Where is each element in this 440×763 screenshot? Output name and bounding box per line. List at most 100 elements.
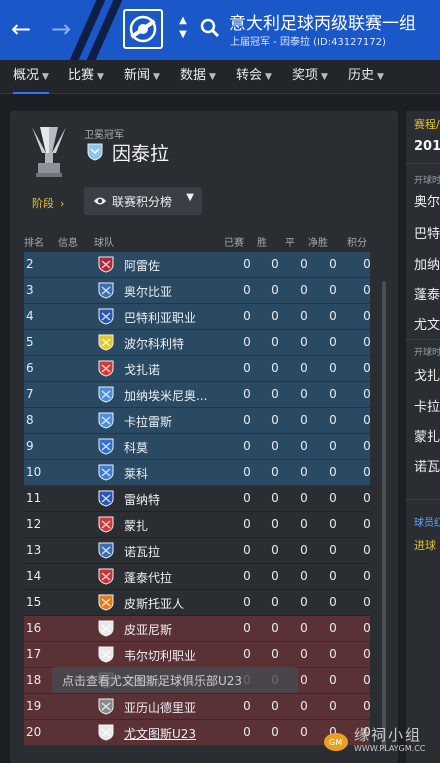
col-header-info[interactable]: 信息 — [58, 234, 78, 249]
forward-arrow-icon[interactable]: → — [48, 16, 74, 42]
tab-bar: 概况 ▼ 比赛 ▼ 新闻 ▼ 数据 ▼ 转会 ▼ 奖项 ▼ 历史 ▼ — [0, 60, 440, 94]
table-row[interactable]: 15 皮斯托亚人 0 0 0 0 0 — [24, 590, 371, 616]
col-header-won[interactable]: 胜 — [257, 234, 267, 249]
row-position: 8 — [26, 413, 34, 427]
prev-next-chevrons-icon[interactable]: ▲ ▼ — [176, 14, 190, 42]
row-team-name[interactable]: 加纳埃米尼奥... — [124, 387, 207, 404]
row-team-name[interactable]: 波尔科利特 — [124, 335, 184, 352]
table-scrollbar[interactable] — [382, 281, 386, 751]
row-team-name[interactable]: 戈扎诺 — [124, 361, 160, 378]
table-row[interactable]: 3 奥尔比亚 0 0 0 0 0 — [24, 278, 371, 304]
club-crest-icon — [98, 594, 114, 611]
row-team-name[interactable]: 亚历山德里亚 — [124, 699, 196, 716]
row-stat-pts: 0 — [363, 491, 371, 505]
fixture-item[interactable]: 奥尔 — [414, 191, 440, 210]
row-team-name[interactable]: 巴特利亚职业 — [124, 309, 196, 326]
fixture-item[interactable]: 蒙扎 — [414, 426, 440, 445]
row-stat-d: 0 — [300, 413, 308, 427]
table-row[interactable]: 16 皮亚尼斯 0 0 0 0 0 — [24, 616, 371, 642]
table-row[interactable]: 11 雷纳特 0 0 0 0 0 — [24, 486, 371, 512]
table-row[interactable]: 13 诺瓦拉 0 0 0 0 0 — [24, 538, 371, 564]
row-stat-w: 0 — [271, 699, 279, 713]
row-position: 6 — [26, 361, 34, 375]
row-stat-gd: 0 — [329, 309, 337, 323]
row-stat-d: 0 — [300, 595, 308, 609]
row-stat-gd: 0 — [329, 647, 337, 661]
club-crest-icon — [98, 438, 114, 455]
table-row[interactable]: 10 莱科 0 0 0 0 0 — [24, 460, 371, 486]
row-stat-p: 0 — [243, 569, 251, 583]
tab-matches[interactable]: 比赛 ▼ — [68, 60, 104, 94]
row-team-name[interactable]: 雷纳特 — [124, 491, 160, 508]
row-team-name[interactable]: 卡拉雷斯 — [124, 413, 172, 430]
row-stat-gd: 0 — [329, 413, 337, 427]
col-header-drawn[interactable]: 平 — [285, 234, 295, 249]
tab-stats[interactable]: 数据 ▼ — [180, 60, 216, 94]
chevron-down-icon: ▼ — [42, 72, 49, 82]
chevron-down-icon: ▼ — [153, 72, 160, 82]
row-team-name[interactable]: 奥尔比亚 — [124, 283, 172, 300]
table-row[interactable]: 19 亚历山德里亚 0 0 0 0 0 — [24, 694, 371, 720]
row-position: 2 — [26, 257, 34, 271]
tab-history[interactable]: 历史 ▼ — [348, 60, 384, 94]
table-row[interactable]: 2 阿雷佐 0 0 0 0 0 — [24, 252, 371, 278]
row-stat-gd: 0 — [329, 517, 337, 531]
table-row[interactable]: 14 蓬泰代拉 0 0 0 0 0 — [24, 564, 371, 590]
col-header-points[interactable]: 积分 — [347, 234, 367, 249]
player-stats-link[interactable]: 球员红 — [414, 514, 440, 529]
row-team-name[interactable]: 蒙扎 — [124, 517, 148, 534]
row-stat-pts: 0 — [363, 647, 371, 661]
row-team-name[interactable]: 尤文图斯U23 — [124, 725, 196, 742]
row-stat-d: 0 — [300, 673, 308, 687]
tab-awards[interactable]: 奖项 ▼ — [292, 60, 328, 94]
row-stat-w: 0 — [271, 491, 279, 505]
row-stat-p: 0 — [243, 647, 251, 661]
col-header-played[interactable]: 已赛 — [224, 234, 244, 249]
row-team-name[interactable]: 莱科 — [124, 465, 148, 482]
col-header-team[interactable]: 球队 — [94, 234, 114, 249]
table-row[interactable]: 7 加纳埃米尼奥... 0 0 0 0 0 — [24, 382, 371, 408]
table-row[interactable]: 12 蒙扎 0 0 0 0 0 — [24, 512, 371, 538]
divider — [406, 339, 440, 340]
table-row[interactable]: 4 巴特利亚职业 0 0 0 0 0 — [24, 304, 371, 330]
tab-transfers[interactable]: 转会 ▼ — [236, 60, 272, 94]
view-dropdown[interactable]: 联赛积分榜 ▼ — [84, 187, 202, 215]
back-arrow-icon[interactable]: ← — [8, 16, 34, 42]
table-row[interactable]: 9 科莫 0 0 0 0 0 — [24, 434, 371, 460]
table-row[interactable]: 8 卡拉雷斯 0 0 0 0 0 — [24, 408, 371, 434]
fixture-item[interactable]: 尤文 — [414, 314, 440, 333]
row-team-name[interactable]: 阿雷佐 — [124, 257, 160, 274]
row-team-name[interactable]: 皮亚尼斯 — [124, 621, 172, 638]
table-row[interactable]: 17 韦尔切利职业 0 0 0 0 0 — [24, 642, 371, 668]
row-stat-d: 0 — [300, 257, 308, 271]
tab-overview[interactable]: 概况 ▼ — [13, 60, 49, 94]
top-bar: ← → ▲ ▼ 意大利足球丙级联赛一组 上届冠军 - 因泰拉 (ID:431271… — [0, 0, 440, 60]
col-header-pos[interactable]: 排名 — [24, 234, 44, 249]
fixture-item[interactable]: 加纳 — [414, 254, 440, 273]
eye-icon — [94, 197, 106, 205]
fixture-item[interactable]: 巴特 — [414, 223, 440, 242]
row-team-name[interactable]: 科莫 — [124, 439, 148, 456]
stage-selector[interactable]: 阶段 › — [32, 195, 64, 211]
tab-news[interactable]: 新闻 ▼ — [124, 60, 160, 94]
fixture-item[interactable]: 诺瓦 — [414, 456, 440, 475]
row-team-name[interactable]: 皮斯托亚人 — [124, 595, 184, 612]
row-position: 18 — [26, 673, 42, 687]
table-row[interactable]: 6 戈扎诺 0 0 0 0 0 — [24, 356, 371, 382]
goals-link[interactable]: 进球 — [414, 537, 436, 553]
row-position: 3 — [26, 283, 34, 297]
row-team-name[interactable]: 诺瓦拉 — [124, 543, 160, 560]
row-stat-p: 0 — [243, 335, 251, 349]
row-stat-pts: 0 — [363, 413, 371, 427]
fixture-item[interactable]: 戈扎 — [414, 365, 440, 384]
fixture-item[interactable]: 蓬泰 — [414, 284, 440, 303]
row-team-name[interactable]: 蓬泰代拉 — [124, 569, 172, 586]
search-icon[interactable] — [200, 18, 220, 38]
col-header-gd[interactable]: 净胜 — [308, 234, 328, 249]
holder-name-link[interactable]: 因泰拉 — [112, 139, 169, 166]
fixtures-heading[interactable]: 赛程/ — [414, 116, 440, 132]
row-stat-p: 0 — [243, 595, 251, 609]
row-team-name[interactable]: 韦尔切利职业 — [124, 647, 196, 664]
table-row[interactable]: 5 波尔科利特 0 0 0 0 0 — [24, 330, 371, 356]
fixture-item[interactable]: 卡拉 — [414, 396, 440, 415]
